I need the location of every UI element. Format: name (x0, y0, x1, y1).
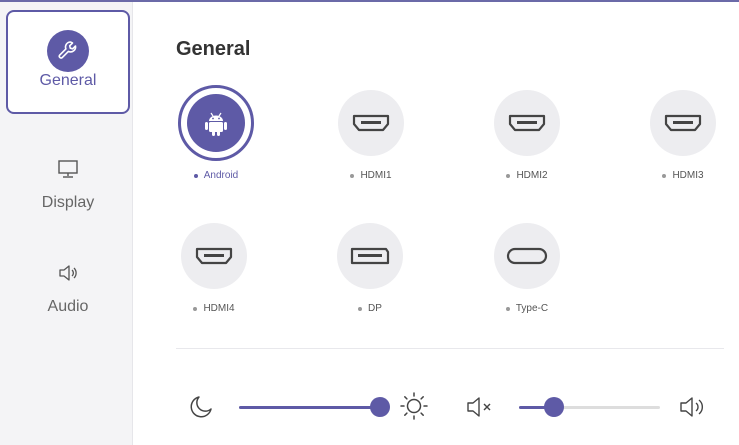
sidebar-item-label: General (39, 72, 97, 89)
sidebar-item-display[interactable]: Display (6, 130, 130, 234)
page-title: General (176, 38, 251, 60)
source-label: DP (368, 303, 382, 314)
brightness-knob[interactable] (370, 397, 390, 417)
brightness-fill (239, 406, 380, 409)
source-hdmi1[interactable]: HDMI1 (316, 90, 426, 200)
sun-icon (399, 391, 429, 426)
usb-c-icon (494, 223, 560, 289)
sidebar-item-audio[interactable]: Audio (6, 234, 130, 338)
moon-icon (188, 394, 214, 425)
volume-knob[interactable] (544, 397, 565, 417)
speaker-icon (47, 252, 89, 294)
sidebar-item-general[interactable]: General (6, 10, 130, 114)
monitor-icon (47, 148, 89, 190)
source-label: HDMI3 (672, 170, 704, 181)
source-hdmi4[interactable]: HDMI4 (159, 223, 269, 333)
source-label: Type-C (515, 303, 549, 314)
source-label: HDMI1 (360, 170, 392, 181)
android-icon (187, 94, 245, 152)
sidebar: General Display Audio (0, 2, 133, 445)
status-dot (505, 306, 510, 311)
brightness-slider[interactable] (239, 397, 390, 417)
hdmi-icon (494, 90, 560, 156)
source-label: HDMI4 (203, 303, 235, 314)
status-dot (193, 306, 198, 311)
sidebar-item-label: Audio (47, 298, 89, 315)
source-type-c[interactable]: Type-C (472, 223, 582, 333)
source-android[interactable]: Android (161, 85, 271, 200)
source-hdmi2[interactable]: HDMI2 (472, 90, 582, 200)
mute-icon (466, 395, 498, 424)
main-panel: General Android HDMI1 HDMI2 HDMI3 HDMI4 … (133, 2, 739, 445)
source-label: Android (203, 170, 239, 181)
hdmi-icon (650, 90, 716, 156)
status-dot (506, 173, 511, 178)
hdmi-icon (338, 90, 404, 156)
source-hdmi3[interactable]: HDMI3 (628, 90, 738, 200)
status-dot (662, 173, 667, 178)
wrench-icon (47, 30, 89, 72)
volume-slider[interactable] (519, 397, 660, 417)
source-label: HDMI2 (516, 170, 548, 181)
speaker-icon (679, 395, 711, 424)
status-dot (358, 306, 363, 311)
displayport-icon (337, 223, 403, 289)
source-dp[interactable]: DP (315, 223, 425, 333)
hdmi-icon (181, 223, 247, 289)
status-dot (350, 173, 355, 178)
sidebar-item-label: Display (41, 194, 95, 211)
divider (176, 348, 724, 349)
status-dot (193, 173, 198, 178)
